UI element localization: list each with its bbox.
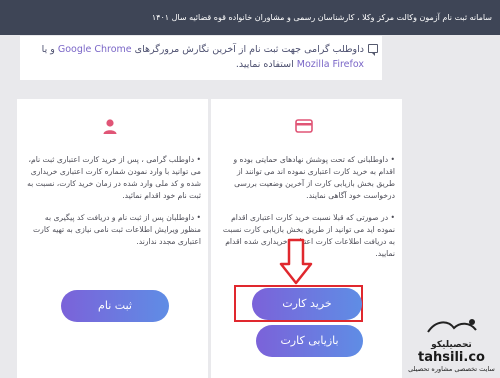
down-arrow-annotation <box>279 238 313 285</box>
register-button[interactable]: ثبت نام <box>61 290 169 322</box>
credit-card-icon <box>295 119 313 133</box>
buy-card-button[interactable]: خرید کارت <box>252 288 362 320</box>
register-card-text: • داوطلب گرامی ، پس از خرید کارت اعتباری… <box>23 154 201 258</box>
register-card-para-2: • داوطلبان پس از ثبت نام و دریافت کد پیگ… <box>33 213 201 246</box>
recover-card-button[interactable]: بازیابی کارت <box>256 325 363 357</box>
watermark-logo <box>426 319 477 333</box>
header-title: سامانه ثبت نام آزمون وکالت مرکز وکلا ، ک… <box>151 13 492 22</box>
user-icon <box>103 119 117 134</box>
register-card: • داوطلب گرامی ، پس از خرید کارت اعتباری… <box>17 99 208 378</box>
message-icon <box>368 44 378 56</box>
watermark-tagline: سایت تخصصی مشاوره تحصیلی <box>408 365 495 373</box>
watermark-site: tahsili.co <box>418 350 485 365</box>
notice-brand-chrome: Google Chrome <box>57 44 132 55</box>
page-header: سامانه ثبت نام آزمون وکالت مرکز وکلا ، ک… <box>0 0 500 35</box>
notice-text-post: استفاده نمایید. <box>235 59 297 70</box>
buy-card-para-1: • داوطلبانی که تحت پوشش نهادهای حمایتی ب… <box>233 155 395 200</box>
notice-brand-firefox: Mozilla Firefox <box>296 59 364 70</box>
browser-notice: داوطلب گرامی جهت ثبت نام از آخرین نگارش … <box>20 36 382 80</box>
notice-text-mid: و یا <box>41 44 58 55</box>
watermark-logo-text: تحصیلیکو <box>431 340 472 350</box>
register-card-para-1: • داوطلب گرامی ، پس از خرید کارت اعتباری… <box>27 155 201 200</box>
watermark: تحصیلیکو tahsili.co سایت تخصصی مشاوره تح… <box>403 316 500 378</box>
notice-text-pre: داوطلب گرامی جهت ثبت نام از آخرین نگارش … <box>131 44 364 55</box>
